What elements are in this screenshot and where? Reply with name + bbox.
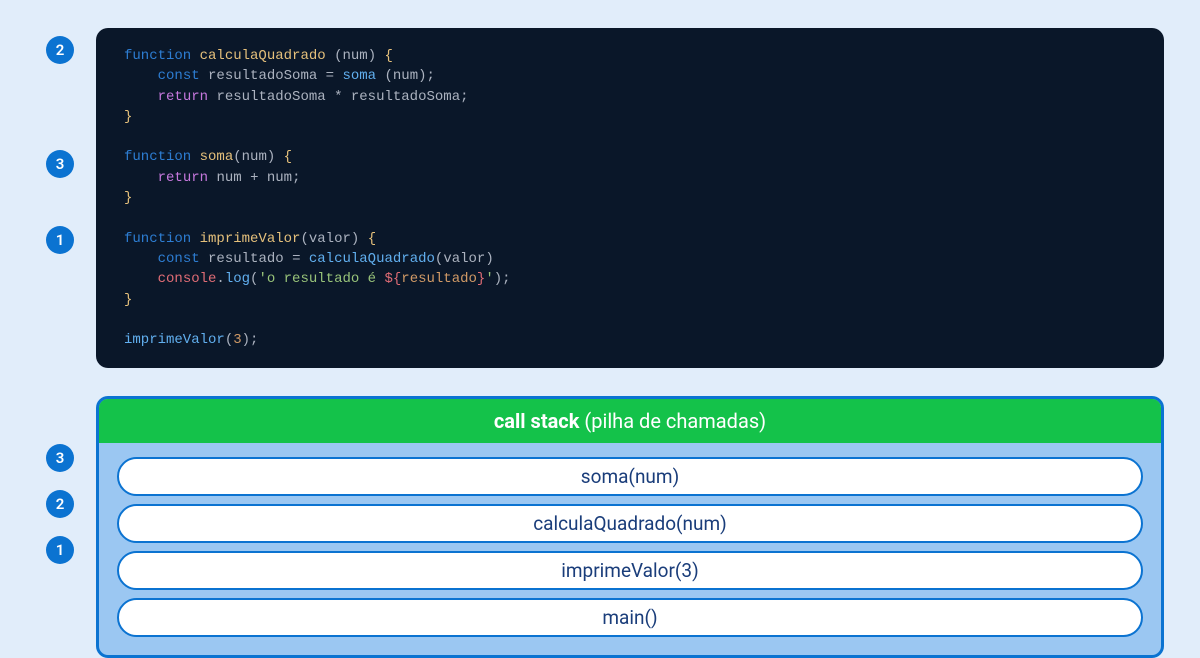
- code-line: }: [124, 290, 1136, 310]
- code-line: }: [124, 188, 1136, 208]
- call-stack-container: call stack (pilha de chamadas) soma(num)…: [96, 396, 1164, 658]
- call-stack-title-bold: call stack: [494, 409, 580, 433]
- stack-step-badge-2: 2: [46, 490, 74, 518]
- code-line: const resultado = calculaQuadrado(valor): [124, 249, 1136, 269]
- code-line: return num + num;: [124, 168, 1136, 188]
- stack-step-badge-1: 1: [46, 536, 74, 564]
- stack-frame: main(): [117, 598, 1143, 637]
- code-line: function calculaQuadrado (num) {: [124, 46, 1136, 66]
- code-line: const resultadoSoma = soma (num);: [124, 66, 1136, 86]
- code-line: [124, 127, 1136, 147]
- call-stack-title-sub: (pilha de chamadas): [584, 409, 766, 433]
- call-stack-header: call stack (pilha de chamadas): [99, 399, 1161, 443]
- call-stack-body: soma(num) calculaQuadrado(num) imprimeVa…: [99, 443, 1161, 655]
- code-step-badge-2: 2: [46, 36, 74, 64]
- code-line: [124, 208, 1136, 228]
- stack-frame: calculaQuadrado(num): [117, 504, 1143, 543]
- code-block: function calculaQuadrado (num) { const r…: [96, 28, 1164, 368]
- stack-frame: imprimeValor(3): [117, 551, 1143, 590]
- code-line: [124, 310, 1136, 330]
- code-line: function soma(num) {: [124, 147, 1136, 167]
- code-line: return resultadoSoma * resultadoSoma;: [124, 87, 1136, 107]
- code-step-badge-1: 1: [46, 226, 74, 254]
- code-line: imprimeValor(3);: [124, 330, 1136, 350]
- code-line: }: [124, 107, 1136, 127]
- code-line: function imprimeValor(valor) {: [124, 229, 1136, 249]
- code-step-badge-3: 3: [46, 150, 74, 178]
- code-line: console.log('o resultado é ${resultado}'…: [124, 269, 1136, 289]
- stack-frame: soma(num): [117, 457, 1143, 496]
- stack-step-badge-3: 3: [46, 444, 74, 472]
- call-stack-panel: call stack (pilha de chamadas) soma(num)…: [96, 396, 1164, 658]
